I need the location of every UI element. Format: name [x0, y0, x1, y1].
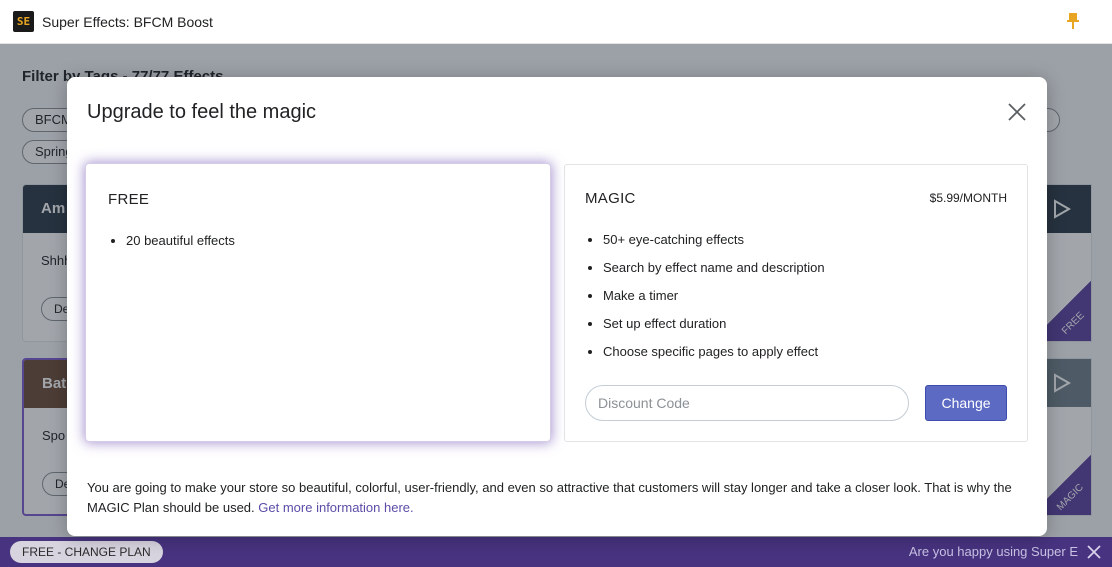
modal-title: Upgrade to feel the magic [87, 101, 317, 123]
close-icon[interactable] [1086, 544, 1102, 560]
feature-list: 50+ eye-catching effects Search by effec… [603, 232, 825, 372]
app-header: SE Super Effects: BFCM Boost [0, 0, 1112, 44]
footer-text: You are going to make your store so beau… [87, 480, 1012, 515]
plan-card-magic[interactable]: MAGIC $5.99/MONTH 50+ eye-catching effec… [564, 164, 1028, 442]
feature-item: Set up effect duration [603, 316, 825, 344]
pin-icon[interactable] [1066, 12, 1080, 30]
discount-code-input[interactable] [585, 385, 909, 421]
feature-item: Choose specific pages to apply effect [603, 344, 825, 372]
plan-price: $5.99/MONTH [929, 191, 1007, 205]
close-icon[interactable] [1007, 102, 1027, 122]
feature-item: Search by effect name and description [603, 260, 825, 288]
logo-text: SE [16, 15, 31, 28]
plan-card-free[interactable]: FREE 20 beautiful effects [86, 164, 550, 441]
bottom-bar: FREE - CHANGE PLAN Are you happy using S… [0, 537, 1112, 567]
plan-name: MAGIC [585, 190, 636, 207]
feedback-banner-text: Are you happy using Super E [908, 544, 1078, 559]
plan-name: FREE [108, 191, 150, 208]
app-logo: SE [13, 11, 34, 32]
feature-item: 20 beautiful effects [126, 233, 235, 261]
feature-item: 50+ eye-catching effects [603, 232, 825, 260]
feature-item: Make a timer [603, 288, 825, 316]
more-info-link[interactable]: Get more information here. [258, 500, 413, 515]
change-plan-submit-button[interactable]: Change [925, 385, 1007, 421]
change-plan-button[interactable]: FREE - CHANGE PLAN [10, 541, 163, 563]
upgrade-modal: Upgrade to feel the magic FREE 20 beauti… [67, 77, 1047, 536]
feature-list: 20 beautiful effects [126, 233, 235, 261]
app-title: Super Effects: BFCM Boost [42, 13, 213, 30]
modal-footer: You are going to make your store so beau… [87, 478, 1027, 518]
